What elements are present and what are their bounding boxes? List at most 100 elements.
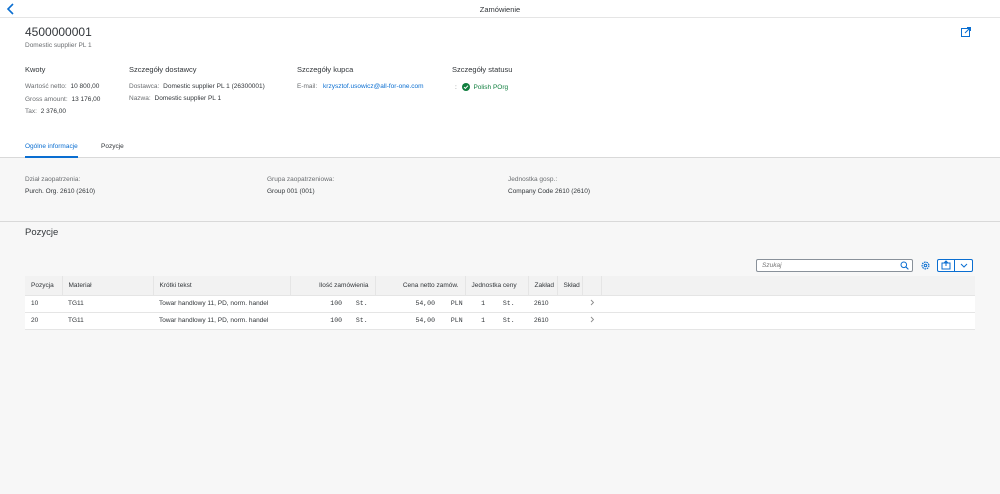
share-icon bbox=[961, 27, 971, 37]
company-code-field: Jednostka gosp.: Company Code 2610 (2610… bbox=[508, 176, 590, 195]
tab-items[interactable]: Pozycje bbox=[101, 143, 124, 158]
column-header-filler bbox=[601, 276, 975, 296]
cell-price-unit: 1 St. bbox=[465, 295, 528, 313]
cell-price-unit: 1 St. bbox=[465, 312, 528, 330]
search-field bbox=[756, 259, 913, 272]
table-row[interactable]: 10 TG11 Towar handlowy 11, PD, norm. han… bbox=[25, 295, 975, 313]
tax-value: 2 376,00 bbox=[40, 108, 67, 115]
status-badge: : Polish POrg bbox=[455, 83, 508, 91]
export-icon bbox=[941, 260, 951, 270]
cell-plant: 2610 bbox=[528, 312, 557, 330]
chevron-down-icon bbox=[960, 263, 968, 268]
column-header[interactable]: Skład bbox=[557, 276, 583, 296]
cell-net-price-currency: PLN bbox=[450, 300, 463, 307]
column-header[interactable]: Pozycja bbox=[25, 276, 63, 296]
buyer-email-label: E-mail: bbox=[297, 83, 318, 90]
table-header-row: Pozycja Materiał Krótki tekst Ilość zamó… bbox=[25, 276, 975, 296]
supplier-field: Dostawca: Domestic supplier PL 1 (263000… bbox=[129, 83, 265, 90]
column-header[interactable]: Jednostka ceny bbox=[465, 276, 529, 296]
cell-net-price-value: 54,00 bbox=[415, 300, 435, 307]
cell-net-price-currency: PLN bbox=[450, 317, 463, 324]
items-section-title: Pozycje bbox=[25, 227, 59, 238]
cell-net-price: 54,00 PLN bbox=[375, 312, 465, 330]
column-header[interactable]: Cena netto zamów. bbox=[375, 276, 466, 296]
cell-item: 20 bbox=[25, 312, 62, 330]
chevron-right-icon bbox=[590, 316, 594, 323]
cell-quantity: 100 St. bbox=[290, 312, 375, 330]
column-header[interactable]: Ilość zamówienia bbox=[290, 276, 376, 296]
cell-price-unit-value: 1 bbox=[481, 317, 485, 324]
cell-quantity-value: 100 bbox=[330, 317, 342, 324]
export-dropdown-button[interactable] bbox=[956, 260, 972, 271]
purch-group-label: Grupa zaopatrzeniowa: bbox=[267, 176, 335, 183]
check-circle-icon bbox=[461, 83, 470, 91]
app-title: Zamówienie bbox=[479, 5, 521, 14]
cell-quantity-uom: St. bbox=[355, 317, 368, 324]
export-menu-button bbox=[937, 259, 973, 272]
net-amount-field: Wartość netto: 10 800,00 bbox=[25, 83, 99, 90]
object-header: 4500000001 Domestic supplier PL 1 Kwoty … bbox=[0, 18, 1000, 158]
export-button[interactable] bbox=[938, 260, 955, 271]
gross-amount-value: 13 176,00 bbox=[71, 96, 101, 103]
search-icon bbox=[900, 261, 909, 270]
cell-price-unit-value: 1 bbox=[481, 300, 485, 307]
search-input[interactable] bbox=[757, 260, 892, 271]
supplier-title: Szczegóły dostawcy bbox=[129, 65, 197, 74]
shell-bar: Zamówienie bbox=[0, 0, 1000, 18]
company-code-value: Company Code 2610 (2610) bbox=[508, 188, 591, 195]
tax-label: Tax: bbox=[25, 108, 37, 115]
share-button[interactable] bbox=[960, 26, 974, 40]
column-header[interactable]: Krótki tekst bbox=[153, 276, 291, 296]
status-value: Polish POrg bbox=[473, 84, 509, 91]
tax-field: Tax: 2 376,00 bbox=[25, 108, 66, 115]
table-settings-button[interactable] bbox=[919, 259, 932, 272]
purch-org-field: Dział zaopatrzenia: Purch. Org. 2610 (26… bbox=[25, 176, 95, 195]
chevron-right-icon bbox=[590, 299, 594, 306]
supplier-name-value: Domestic supplier PL 1 bbox=[154, 95, 222, 102]
cell-plant: 2610 bbox=[528, 295, 557, 313]
cell-price-unit-uom: St. bbox=[502, 317, 515, 324]
purch-group-field: Grupa zaopatrzeniowa: Group 001 (001) bbox=[267, 176, 334, 195]
cell-material: TG11 bbox=[62, 295, 153, 313]
cell-quantity-uom: St. bbox=[355, 300, 368, 307]
supplier-value: Domestic supplier PL 1 (26300001) bbox=[163, 83, 265, 90]
net-amount-value: 10 800,00 bbox=[70, 83, 100, 90]
status-colon: : bbox=[455, 84, 457, 91]
cell-short-text: Towar handlowy 11, PD, norm. handel bbox=[153, 295, 290, 313]
purch-group-value: Group 001 (001) bbox=[267, 188, 315, 195]
page-subtitle: Domestic supplier PL 1 bbox=[25, 42, 92, 49]
tab-general-info[interactable]: Ogólne informacje bbox=[25, 143, 78, 158]
page-title: 4500000001 bbox=[25, 25, 92, 39]
company-code-label: Jednostka gosp.: bbox=[508, 176, 558, 183]
cell-net-price: 54,00 PLN bbox=[375, 295, 465, 313]
items-table: Pozycja Materiał Krótki tekst Ilość zamó… bbox=[25, 276, 975, 330]
tab-bar: Ogólne informacje Pozycje bbox=[0, 139, 1000, 158]
gross-amount-field: Gross amount: 13 176,00 bbox=[25, 96, 100, 103]
cell-storage bbox=[557, 312, 582, 330]
cell-price-unit-uom: St. bbox=[502, 300, 515, 307]
column-header[interactable]: Zakład bbox=[528, 276, 558, 296]
row-filler bbox=[601, 312, 975, 330]
row-filler bbox=[601, 295, 975, 313]
supplier-label: Dostawca: bbox=[129, 83, 160, 90]
gross-amount-label: Gross amount: bbox=[25, 96, 68, 103]
search-button[interactable] bbox=[900, 261, 909, 272]
status-title: Szczegóły statusu bbox=[452, 65, 513, 74]
row-nav[interactable] bbox=[582, 312, 601, 330]
supplier-name-label: Nazwa: bbox=[129, 95, 151, 102]
column-header[interactable]: Materiał bbox=[62, 276, 154, 296]
buyer-email-link[interactable]: krzysztof.usowicz@all-for-one.com bbox=[323, 83, 424, 90]
table-row[interactable]: 20 TG11 Towar handlowy 11, PD, norm. han… bbox=[25, 312, 975, 330]
cell-item: 10 bbox=[25, 295, 62, 313]
gear-icon bbox=[921, 261, 930, 270]
cell-quantity-value: 100 bbox=[330, 300, 342, 307]
cell-material: TG11 bbox=[62, 312, 153, 330]
amounts-title: Kwoty bbox=[25, 65, 46, 74]
cell-net-price-value: 54,00 bbox=[415, 317, 435, 324]
buyer-title: Szczegóły kupca bbox=[297, 65, 354, 74]
supplier-name-field: Nazwa: Domestic supplier PL 1 bbox=[129, 95, 221, 102]
row-nav[interactable] bbox=[582, 295, 601, 313]
purch-org-label: Dział zaopatrzenia: bbox=[25, 176, 81, 183]
general-info-section: Dział zaopatrzenia: Purch. Org. 2610 (26… bbox=[0, 159, 1000, 222]
cell-storage bbox=[557, 295, 582, 313]
